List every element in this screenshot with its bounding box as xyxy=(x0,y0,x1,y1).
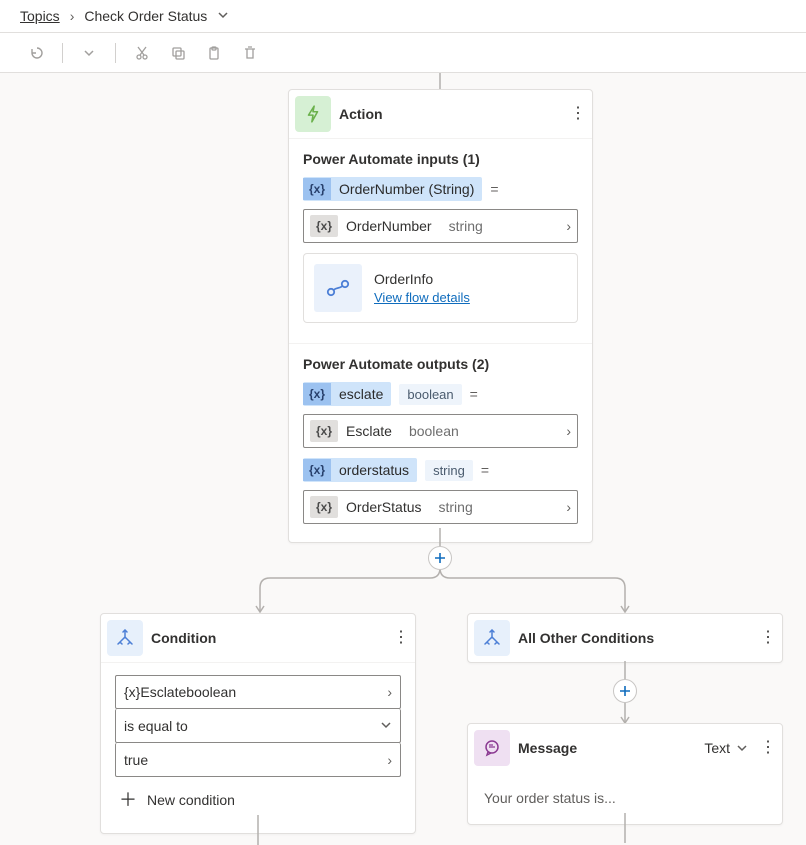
chevron-right-icon: › xyxy=(387,752,392,768)
inputs-heading: Power Automate inputs (1) xyxy=(303,151,578,167)
toolbar-separator xyxy=(62,43,63,63)
branch-icon xyxy=(474,620,510,656)
add-node-button[interactable] xyxy=(613,679,637,703)
branch-icon xyxy=(107,620,143,656)
chevron-down-icon[interactable] xyxy=(217,8,229,24)
output-value-field[interactable]: {x} Esclate boolean › xyxy=(303,414,578,448)
toolbar-separator xyxy=(115,43,116,63)
message-body[interactable]: Your order status is... xyxy=(468,772,782,824)
copy-button[interactable] xyxy=(162,37,194,69)
equals-label: = xyxy=(481,462,489,478)
condition-node[interactable]: Condition ⋮ {x} Esclate boolean › is equ… xyxy=(100,613,416,834)
condition-operator-field[interactable]: is equal to xyxy=(115,709,401,743)
new-condition-button[interactable]: ＋ New condition xyxy=(115,783,401,817)
variable-icon: {x} xyxy=(310,420,338,442)
equals-label: = xyxy=(470,386,478,402)
action-node[interactable]: Action ⋮ Power Automate inputs (1) {x} O… xyxy=(288,89,593,543)
chevron-down-icon xyxy=(736,742,748,754)
chevron-right-icon: › xyxy=(566,218,571,234)
variable-icon: {x} xyxy=(303,459,331,481)
node-title: Action xyxy=(339,106,564,122)
chevron-right-icon: › xyxy=(566,423,571,439)
input-value-field[interactable]: {x} OrderNumber string › xyxy=(303,209,578,243)
chevron-down-icon xyxy=(380,718,392,734)
authoring-canvas[interactable]: Action ⋮ Power Automate inputs (1) {x} O… xyxy=(0,73,806,831)
message-node[interactable]: Message Text ⋮ Your order status is... xyxy=(467,723,783,825)
undo-button[interactable] xyxy=(20,37,52,69)
flow-card: OrderInfo View flow details xyxy=(303,253,578,323)
variable-chip[interactable]: {x} orderstatus xyxy=(303,458,417,482)
toolbar xyxy=(0,33,806,73)
plus-icon: ＋ xyxy=(119,791,137,809)
variable-icon: {x} xyxy=(303,383,331,405)
outputs-heading: Power Automate outputs (2) xyxy=(303,356,578,372)
type-chip: string xyxy=(425,460,473,481)
redo-menu-button[interactable] xyxy=(73,37,105,69)
flow-name: OrderInfo xyxy=(374,271,470,287)
equals-label: = xyxy=(490,181,498,197)
lightning-icon xyxy=(295,96,331,132)
output-value-field[interactable]: {x} OrderStatus string › xyxy=(303,490,578,524)
add-node-button[interactable] xyxy=(428,546,452,570)
variable-chip[interactable]: {x} esclate xyxy=(303,382,391,406)
paste-button[interactable] xyxy=(198,37,230,69)
view-flow-details-link[interactable]: View flow details xyxy=(374,290,470,305)
node-title: Condition xyxy=(151,630,387,646)
breadcrumb-separator: › xyxy=(70,8,75,24)
variable-chip[interactable]: {x} OrderNumber (String) xyxy=(303,177,482,201)
cut-button[interactable] xyxy=(126,37,158,69)
breadcrumb: Topics › Check Order Status xyxy=(0,0,806,33)
node-title: Message xyxy=(518,740,704,756)
chevron-right-icon: › xyxy=(566,499,571,515)
variable-icon: {x} xyxy=(310,215,338,237)
variable-icon: {x} xyxy=(124,684,140,700)
flow-icon xyxy=(314,264,362,312)
message-icon xyxy=(474,730,510,766)
chevron-right-icon: › xyxy=(387,684,392,700)
condition-value-field[interactable]: true › xyxy=(115,743,401,777)
variable-icon: {x} xyxy=(303,178,331,200)
message-type-selector[interactable]: Text xyxy=(704,740,748,756)
breadcrumb-root-link[interactable]: Topics xyxy=(20,8,60,24)
delete-button[interactable] xyxy=(234,37,266,69)
all-other-conditions-node[interactable]: All Other Conditions ⋮ xyxy=(467,613,783,663)
type-chip: boolean xyxy=(399,384,461,405)
condition-variable-field[interactable]: {x} Esclate boolean › xyxy=(115,675,401,709)
variable-icon: {x} xyxy=(310,496,338,518)
node-title: All Other Conditions xyxy=(518,630,754,646)
breadcrumb-current: Check Order Status xyxy=(84,8,207,24)
